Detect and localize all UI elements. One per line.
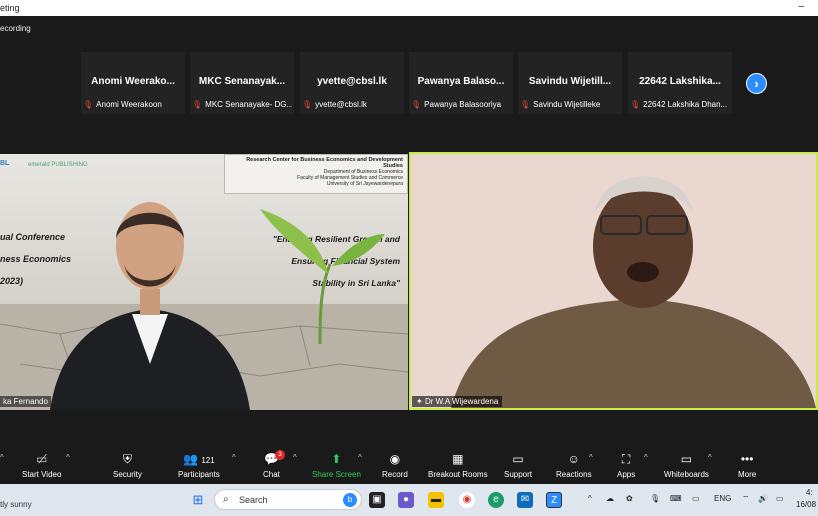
shared-video-tile-left[interactable]: BL emerald PUBLISHING Research Center fo…: [0, 154, 408, 410]
participant-label: 🎙 22642 Lakshika Dhan...: [630, 100, 728, 109]
search-placeholder: Search: [239, 495, 268, 505]
video-off-icon: ▭̸: [36, 452, 48, 466]
task-view-icon[interactable]: ▣: [369, 492, 385, 508]
share-screen-button[interactable]: ⬆ Share Screen: [312, 452, 361, 479]
windows-taskbar: tly sunny ⊞ ⌕ Search b ▣ ● ▬ ◉ e ✉ Z ^ ☁…: [0, 484, 818, 516]
record-button[interactable]: ◉ Record: [382, 452, 408, 479]
language-indicator[interactable]: ENG: [714, 494, 731, 503]
share-options-caret[interactable]: ^: [358, 453, 362, 462]
microphone-icon[interactable]: 🎙: [650, 494, 660, 503]
volume-icon[interactable]: 🔊: [758, 494, 768, 503]
more-button[interactable]: ••• More: [738, 452, 756, 479]
breakout-rooms-icon: ▦: [452, 452, 464, 466]
mic-muted-icon: 🎙: [83, 100, 94, 109]
tray-overflow-icon[interactable]: ^: [588, 494, 592, 503]
participant-name: Anomi Weerako...: [91, 76, 175, 87]
participant-tile[interactable]: Pawanya Balaso... 🎙 Pawanya Balasooriya: [409, 52, 513, 114]
participant-label: 🎙 Savindu Wijetilleke: [520, 100, 601, 109]
shield-icon: ⛨: [122, 452, 132, 466]
video-options-caret[interactable]: ^: [66, 453, 70, 462]
more-icon: •••: [740, 452, 754, 466]
chat-options-caret[interactable]: ^: [293, 453, 297, 462]
window-title: eting: [0, 3, 20, 13]
apps-button[interactable]: ⛶ Apps: [617, 452, 635, 479]
windows-start-icon[interactable]: ⊞: [190, 492, 206, 508]
participant-name-tag: ka Fernando: [0, 396, 51, 407]
participant-label: 🎙 Anomi Weerakoon: [83, 100, 162, 109]
speaker-video: [50, 202, 250, 410]
color-app-icon[interactable]: ✿: [626, 494, 633, 503]
edge-icon[interactable]: e: [488, 492, 504, 508]
breakout-rooms-button[interactable]: ▦ Breakout Rooms: [428, 452, 488, 479]
emerald-logo: emerald PUBLISHING: [28, 162, 88, 168]
zoom-app-icon[interactable]: Z: [546, 492, 562, 508]
mic-muted-icon: 🎙: [630, 100, 641, 109]
plant-graphic: [260, 209, 385, 344]
active-speaker-tile[interactable]: [409, 152, 818, 410]
participant-name: Pawanya Balaso...: [417, 76, 505, 87]
support-icon: ▭: [512, 452, 524, 466]
participant-label: 🎙 yvette@cbsl.lk: [302, 100, 367, 109]
reactions-icon: ☺: [567, 452, 580, 466]
participant-tile[interactable]: MKC Senanayak... 🎙 MKC Senanayake- DG...: [190, 52, 294, 114]
whiteboards-button[interactable]: ▭ Whiteboards: [664, 452, 709, 479]
pin-icon: ✦: [416, 397, 425, 406]
participant-name: MKC Senanayak...: [198, 76, 286, 87]
participant-tile[interactable]: Savindu Wijetill... 🎙 Savindu Wijetilleke: [518, 52, 622, 114]
apps-icon: ⛶: [621, 452, 631, 466]
start-video-button[interactable]: ▭̸ Start Video: [22, 452, 61, 479]
speaker-video: [411, 154, 816, 408]
participant-tile[interactable]: Anomi Weerako... 🎙 Anomi Weerakoon: [81, 52, 185, 114]
participant-name: Savindu Wijetill...: [528, 76, 612, 87]
title-bar: eting –: [0, 0, 818, 16]
participant-label: 🎙 MKC Senanayake- DG...: [192, 100, 292, 109]
security-button[interactable]: ⛨ Security: [113, 452, 142, 479]
participant-tile[interactable]: yvette@cbsl.lk 🎙 yvette@cbsl.lk: [300, 52, 404, 114]
search-icon: ⌕: [223, 494, 229, 505]
slide-banner: Research Center for Business Economics a…: [224, 154, 408, 194]
mic-muted-icon: 🎙: [411, 100, 422, 109]
whiteboards-options-caret[interactable]: ^: [708, 453, 712, 462]
apps-options-caret[interactable]: ^: [644, 453, 648, 462]
taskbar-search[interactable]: ⌕ Search b: [214, 489, 362, 510]
reactions-options-caret[interactable]: ^: [589, 453, 593, 462]
chat-unread-badge: 3: [275, 450, 285, 460]
zoom-window: { "window": {"title": "eting", "minimize…: [0, 0, 818, 516]
audio-options-caret[interactable]: ^: [0, 453, 4, 462]
mic-muted-icon: 🎙: [192, 100, 203, 109]
participant-tile[interactable]: 22642 Lakshika... 🎙 22642 Lakshika Dhan..…: [628, 52, 732, 114]
keyboard-icon[interactable]: ⌨: [670, 494, 682, 503]
record-icon: ◉: [389, 452, 401, 466]
file-explorer-icon[interactable]: ▬: [428, 492, 444, 508]
participant-label: 🎙 Pawanya Balasooriya: [411, 100, 502, 109]
participant-name: 22642 Lakshika...: [639, 76, 721, 87]
mail-icon[interactable]: ✉: [517, 492, 533, 508]
conference-logo: BL: [0, 160, 10, 167]
mic-muted-icon: 🎙: [520, 100, 531, 109]
clock-time[interactable]: 4:: [806, 488, 813, 497]
teams-icon[interactable]: ●: [398, 492, 414, 508]
bing-icon: b: [343, 493, 357, 507]
display-icon[interactable]: ▭: [692, 494, 700, 503]
whiteboard-icon: ▭: [680, 452, 693, 466]
conference-title-line: 2023): [0, 276, 24, 286]
participants-icon: 👥 121: [183, 452, 215, 466]
reactions-button[interactable]: ☺ Reactions: [556, 452, 592, 479]
share-screen-icon: ⬆: [331, 452, 342, 466]
weather-widget[interactable]: tly sunny: [0, 500, 32, 509]
participant-name-tag: ✦ Dr W.A Wijewardena: [412, 396, 503, 407]
support-button[interactable]: ▭ Support: [504, 452, 532, 479]
mic-muted-icon: 🎙: [302, 100, 313, 109]
participant-name: yvette@cbsl.lk: [317, 76, 387, 87]
wifi-icon[interactable]: ⌔: [742, 494, 750, 504]
battery-icon[interactable]: ▭: [776, 494, 784, 503]
chrome-icon[interactable]: ◉: [459, 492, 475, 508]
clock-date[interactable]: 16/08: [796, 500, 816, 509]
participants-button[interactable]: 👥 121 Participants: [178, 452, 220, 479]
participants-options-caret[interactable]: ^: [232, 453, 236, 462]
minimize-button[interactable]: –: [798, 1, 804, 12]
next-page-button[interactable]: ›: [746, 73, 767, 94]
onedrive-icon[interactable]: ☁: [606, 494, 614, 503]
recording-indicator: ecording: [0, 24, 31, 33]
